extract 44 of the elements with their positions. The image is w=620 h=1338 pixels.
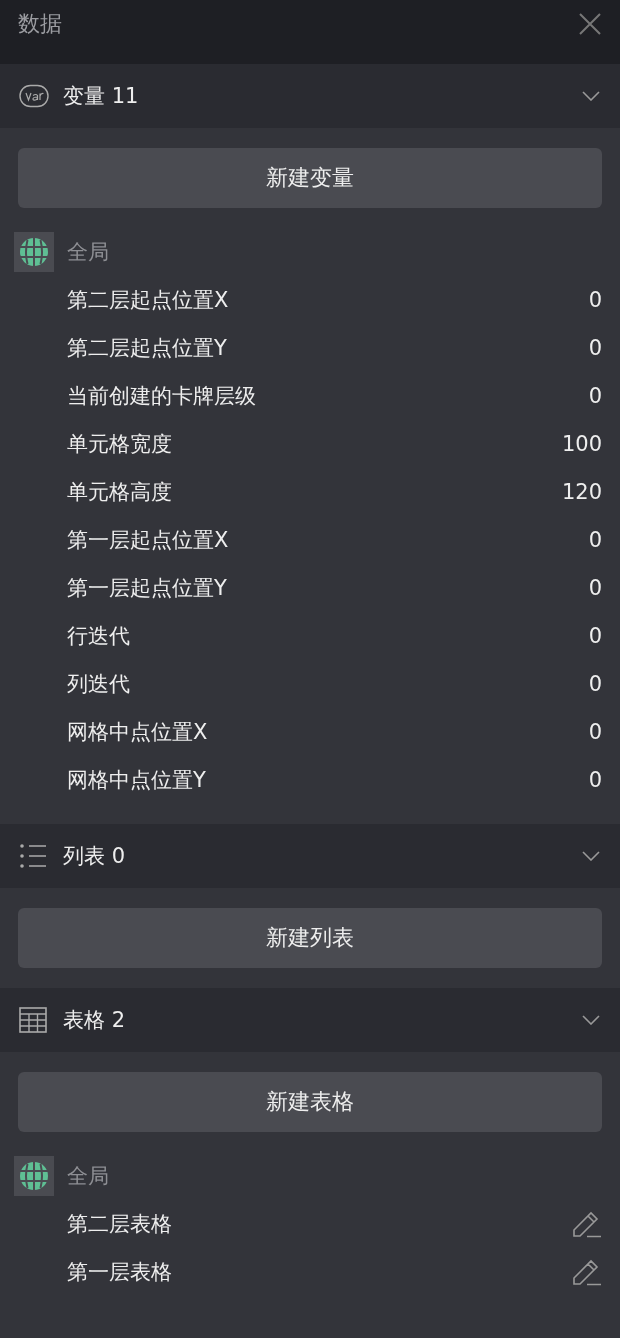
pencil-icon[interactable] [572,1258,602,1286]
item-name: 第二层起点位置Y [67,335,227,362]
item-name: 第一层起点位置X [67,527,229,554]
globe-icon [19,1161,49,1191]
item-name: 当前创建的卡牌层级 [67,383,256,410]
panel-title: 数据 [18,10,62,38]
group-label: 全局 [67,1163,109,1190]
section-title: 列表 0 [63,843,127,870]
item-name: 第二层起点位置X [67,287,229,314]
group-label: 全局 [67,239,109,266]
chevron-down-icon[interactable] [582,1015,600,1025]
close-icon[interactable] [578,12,602,36]
section-title: 表格 2 [63,1007,127,1034]
item-name: 第一层表格 [67,1259,172,1286]
item-name: 第一层起点位置Y [67,575,227,602]
item-value: 120 [561,480,602,504]
item-name: 列迭代 [67,671,130,698]
chevron-down-icon[interactable] [582,851,600,861]
globe-icon [19,237,49,267]
item-value: 0 [588,288,602,312]
section-title: 变量 11 [63,83,140,110]
item-name: 第二层表格 [67,1211,172,1238]
item-name: 网格中点位置X [67,719,208,746]
item-value: 0 [588,720,602,744]
item-value: 0 [588,672,602,696]
item-value: 0 [588,576,602,600]
item-name: 单元格宽度 [67,431,172,458]
item-value: 0 [588,768,602,792]
item-value: 0 [588,528,602,552]
item-value: 100 [561,432,602,456]
item-value: 0 [588,624,602,648]
item-name: 网格中点位置Y [67,767,206,794]
item-name: 单元格高度 [67,479,172,506]
list-icon [19,843,47,869]
item-name: 行迭代 [67,623,130,650]
pencil-icon[interactable] [572,1210,602,1238]
var-icon [19,84,49,108]
chevron-down-icon[interactable] [582,91,600,101]
new-button[interactable]: 新建表格 [18,1072,602,1132]
table-icon [19,1007,47,1033]
new-button[interactable]: 新建变量 [18,148,602,208]
new-button[interactable]: 新建列表 [18,908,602,968]
item-value: 0 [588,336,602,360]
item-value: 0 [588,384,602,408]
